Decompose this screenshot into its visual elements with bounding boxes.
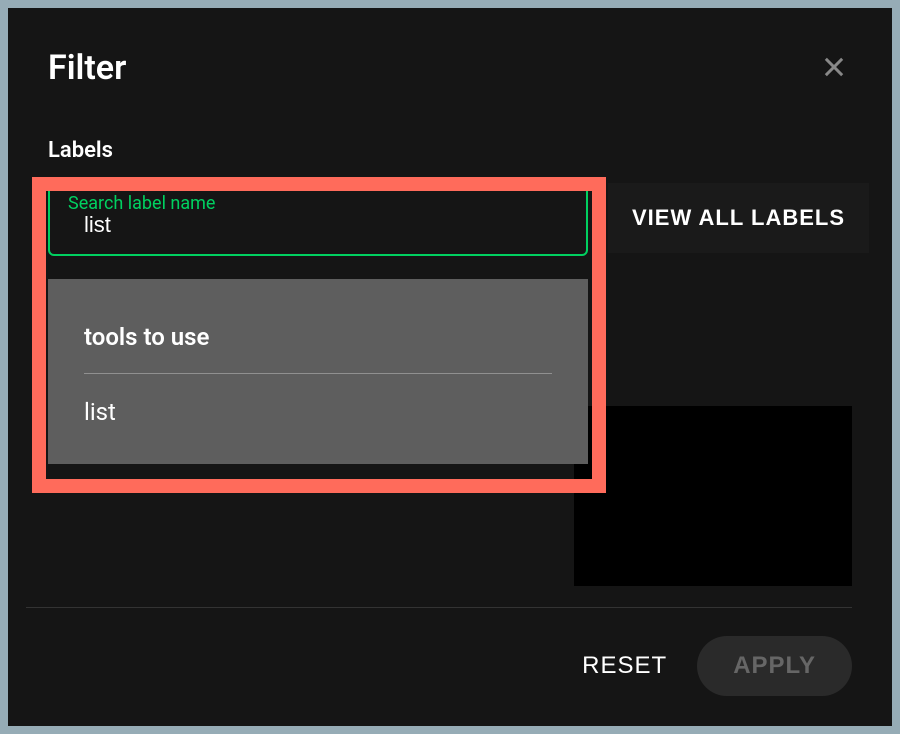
modal-header: Filter: [48, 48, 852, 88]
modal-footer: RESET APPLY: [26, 607, 852, 696]
search-row: Search label name tools to use list VIEW…: [48, 183, 852, 256]
close-icon: [820, 53, 848, 81]
dropdown-item[interactable]: list: [84, 374, 552, 440]
search-dropdown: tools to use list: [48, 279, 588, 464]
apply-button[interactable]: APPLY: [697, 636, 852, 696]
search-field-label: Search label name: [68, 193, 568, 214]
filter-modal: Filter Labels Search label name tools to…: [8, 8, 892, 726]
search-input[interactable]: [68, 212, 568, 238]
view-all-labels-button[interactable]: VIEW ALL LABELS: [608, 183, 869, 253]
labels-section-title: Labels: [48, 138, 852, 163]
content-panel: [574, 406, 852, 586]
dropdown-item[interactable]: tools to use: [84, 309, 552, 374]
search-container: Search label name tools to use list: [48, 183, 588, 256]
search-input-wrapper[interactable]: Search label name: [48, 183, 588, 256]
modal-title: Filter: [48, 48, 126, 88]
close-button[interactable]: [816, 49, 852, 88]
reset-button[interactable]: RESET: [582, 652, 667, 680]
